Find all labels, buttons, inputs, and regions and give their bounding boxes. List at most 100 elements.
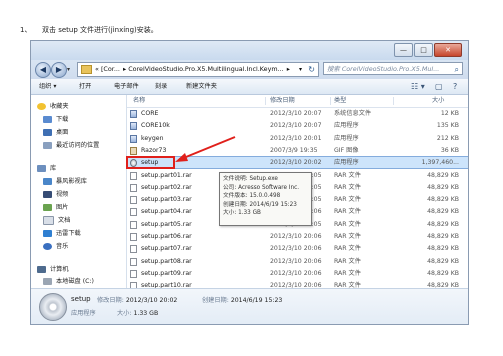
table-row[interactable]: CORE 2012/3/10 20:07 系统信息文件 12 KB	[127, 108, 468, 119]
document-icon	[43, 215, 54, 225]
column-divider[interactable]	[265, 97, 266, 105]
burn-button[interactable]: 刻录	[155, 79, 167, 94]
details-size: 大小: 1.33 GB	[117, 310, 159, 317]
sidebar-item-favorites[interactable]: 收藏夹	[37, 101, 69, 110]
file-size: 48,829 KB	[427, 196, 459, 204]
table-row[interactable]: setup.part06.rar 2012/3/10 20:06 RAR 文件 48,…	[127, 231, 468, 242]
sidebar-item-libraries[interactable]: 库	[37, 163, 56, 172]
preview-pane-icon[interactable]: ▢	[435, 79, 443, 94]
sidebar-item-pictures[interactable]: 图片	[43, 202, 68, 211]
table-row[interactable]: CORE10k 2012/3/10 20:07 应用程序 135 KB	[127, 120, 468, 131]
details-created: 创建日期: 2014/6/19 15:23	[202, 297, 283, 304]
window-controls: — □ ✕	[393, 43, 462, 57]
sidebar-item-drive-c[interactable]: 本地磁盘 (C:)	[43, 276, 94, 285]
sidebar-item-thunder[interactable]: 迅雷下载	[43, 228, 81, 237]
file-date: 2012/3/10 20:06	[270, 269, 322, 277]
details-pane: setup 修改日期: 2012/3/10 20:02 创建日期: 2014/6…	[31, 288, 468, 324]
forward-button[interactable]: ▶	[51, 62, 67, 78]
application-icon	[130, 134, 137, 143]
new-folder-button[interactable]: 新建文件夹	[186, 79, 217, 94]
file-type: 应用程序	[334, 134, 359, 142]
file-date: 2012/3/10 20:01	[270, 134, 322, 142]
history-dropdown-icon[interactable]: ▾	[67, 66, 70, 73]
file-name: setup.part08.rar	[141, 257, 192, 265]
sidebar-item-baofeng[interactable]: 暴风影视库	[43, 176, 87, 185]
step-number: 1、	[20, 26, 32, 34]
address-bar[interactable]: « [Cor... ▸ CorelVideoStudio.Pro.X5.Multi…	[77, 62, 319, 77]
file-date: 2007/3/9 19:35	[270, 146, 318, 154]
file-type: RAR 文件	[334, 208, 361, 216]
sidebar-item-computer[interactable]: 计算机	[37, 264, 69, 273]
table-row[interactable]: setup.part07.rar 2012/3/10 20:06 RAR 文件 48,…	[127, 243, 468, 254]
rar-file-icon	[130, 269, 137, 278]
address-dropdown-icon[interactable]: ▾	[299, 63, 302, 76]
file-size: 1,397,460...	[421, 159, 459, 167]
details-file-type: 应用程序	[71, 310, 96, 317]
download-icon	[43, 115, 52, 123]
application-icon	[130, 122, 137, 131]
file-type: RAR 文件	[334, 171, 361, 179]
column-header-type[interactable]: 类型	[334, 95, 346, 107]
tooltip-description: 文件说明: Setup.exe	[223, 176, 278, 182]
search-icon[interactable]: ⌕	[455, 63, 459, 74]
file-type: 应用程序	[334, 122, 359, 130]
file-type: GIF 图像	[334, 146, 359, 154]
file-size: 48,829 KB	[427, 220, 459, 228]
close-button[interactable]: ✕	[434, 43, 462, 57]
column-header-row: 名称 修改日期 类型 大小	[127, 95, 468, 108]
file-size: 48,829 KB	[427, 269, 459, 277]
sidebar-item-documents[interactable]: 文档	[43, 215, 70, 225]
image-file-icon	[130, 146, 137, 155]
rar-file-icon	[130, 183, 137, 192]
rar-file-icon	[130, 208, 137, 217]
address-row: ◀ ▶ ▾ « [Cor... ▸ CorelVideoStudio.Pro.X5…	[31, 60, 468, 79]
column-divider[interactable]	[393, 97, 394, 105]
email-button[interactable]: 电子邮件	[114, 79, 139, 94]
help-icon[interactable]: ?	[453, 79, 457, 94]
sidebar-item-videos[interactable]: 视频	[43, 189, 68, 198]
tooltip-version: 文件版本: 15.0.0.498	[223, 193, 281, 200]
sidebar-item-downloads[interactable]: 下载	[43, 114, 68, 123]
rar-file-icon	[130, 233, 137, 241]
file-date: 2012/3/10 20:06	[270, 245, 322, 253]
file-size: 48,829 KB	[427, 257, 459, 265]
minimize-button[interactable]: —	[394, 43, 413, 57]
tooltip-created: 创建日期: 2014/6/19 15:23	[223, 201, 297, 208]
file-type: 应用程序	[334, 159, 359, 167]
star-icon	[37, 102, 46, 110]
explorer-window: — □ ✕ ◀ ▶ ▾ « [Cor... ▸ CorelVideoStudio.…	[30, 40, 469, 325]
sidebar-item-recent[interactable]: 最近访问的位置	[43, 140, 99, 149]
step-text: 双击 setup 文件进行(jìnxíng)安装。	[42, 26, 158, 34]
address-segment[interactable]: « [Cor...	[95, 65, 120, 73]
file-size: 48,829 KB	[427, 208, 459, 216]
search-input[interactable]: 搜索 CorelVideoStudio.Pro.X5.Mul... ⌕	[323, 62, 463, 75]
column-divider[interactable]	[330, 97, 331, 105]
maximize-button[interactable]: □	[414, 43, 433, 57]
sidebar-item-music[interactable]: 音乐	[43, 241, 68, 250]
tooltip-size: 大小: 1.33 GB	[223, 210, 261, 217]
file-size: 135 KB	[436, 122, 459, 130]
column-header-date[interactable]: 修改日期	[270, 95, 295, 107]
file-size: 48,829 KB	[427, 183, 459, 191]
application-icon	[130, 110, 137, 118]
table-row[interactable]: setup.part08.rar 2012/3/10 20:06 RAR 文件 48,…	[127, 256, 468, 267]
computer-icon	[37, 265, 46, 273]
organize-menu[interactable]: 组织 ▾	[39, 79, 56, 94]
column-header-name[interactable]: 名称	[133, 95, 145, 107]
view-options-icon[interactable]: ☷ ▾	[411, 79, 425, 94]
address-segment[interactable]: ▸	[287, 65, 290, 73]
navigation-pane: 收藏夹 下载 桌面 最近访问的位置 库 暴风影视库 视频 图片 文档 迅雷下载 …	[31, 95, 127, 288]
refresh-icon[interactable]: ↻	[308, 63, 315, 76]
file-type: RAR 文件	[334, 257, 361, 265]
details-file-name: setup	[71, 295, 91, 303]
back-button[interactable]: ◀	[35, 62, 51, 78]
file-size: 212 KB	[436, 134, 459, 142]
column-header-size[interactable]: 大小	[432, 95, 444, 107]
table-row[interactable]: setup.part09.rar 2012/3/10 20:06 RAR 文件 48,…	[127, 268, 468, 279]
address-segment[interactable]: ▸ CorelVideoStudio.Pro.X5.Multilingual.I…	[123, 65, 284, 73]
sidebar-item-desktop[interactable]: 桌面	[43, 127, 68, 136]
file-size: 12 KB	[440, 110, 459, 117]
file-date: 2012/3/10 20:07	[270, 110, 322, 117]
open-button[interactable]: 打开	[79, 79, 91, 94]
rar-file-icon	[130, 171, 137, 180]
